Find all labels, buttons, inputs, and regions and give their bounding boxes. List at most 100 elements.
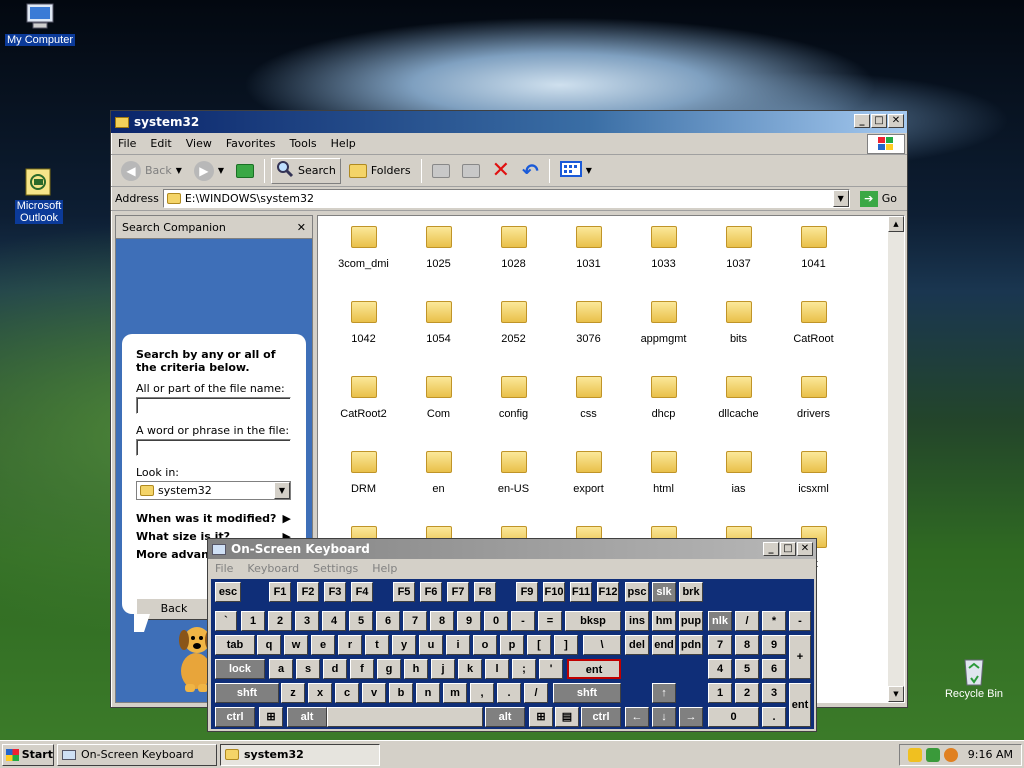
key-h[interactable]: h	[404, 659, 428, 679]
key-F5[interactable]: F5	[393, 582, 415, 602]
close-pane-button[interactable]: ✕	[297, 221, 306, 234]
key-tab[interactable]: tab	[215, 635, 255, 655]
key-shft[interactable]: shft	[215, 683, 279, 703]
address-input[interactable]: E:\WINDOWS\system32 ▼	[162, 189, 850, 208]
key-bksp[interactable]: bksp	[565, 611, 621, 631]
phrase-input[interactable]	[136, 439, 291, 456]
key-ctrl[interactable]: ctrl	[581, 707, 621, 727]
folder-item[interactable]: Com	[401, 372, 476, 447]
folder-item[interactable]: DRM	[326, 447, 401, 522]
key-8[interactable]: 8	[430, 611, 454, 631]
key-F8[interactable]: F8	[474, 582, 496, 602]
key-/[interactable]: /	[524, 683, 548, 703]
key-'[interactable]: '	[539, 659, 563, 679]
menu-file[interactable]: File	[111, 137, 143, 150]
menu-edit[interactable]: Edit	[143, 137, 178, 150]
key-hm[interactable]: hm	[652, 611, 676, 631]
key-nlk[interactable]: nlk	[708, 611, 732, 631]
key-j[interactable]: j	[431, 659, 455, 679]
key--[interactable]: -	[511, 611, 535, 631]
key-1[interactable]: 1	[708, 683, 732, 703]
taskbar-item-osk[interactable]: On-Screen Keyboard	[57, 743, 217, 766]
key-d[interactable]: d	[323, 659, 347, 679]
folder-item[interactable]: 1054	[401, 297, 476, 372]
key-ent[interactable]: ent	[567, 659, 621, 679]
folder-item[interactable]: 1031	[551, 222, 626, 297]
key-=[interactable]: =	[538, 611, 562, 631]
key-1[interactable]: 1	[241, 611, 265, 631]
key-i[interactable]: i	[446, 635, 470, 655]
maximize-button[interactable]: □	[780, 542, 796, 556]
folder-item[interactable]: appmgmt	[626, 297, 701, 372]
key-y[interactable]: y	[392, 635, 416, 655]
key-,[interactable]: ,	[470, 683, 494, 703]
back-button[interactable]: ◀ Back ▼	[117, 158, 186, 184]
key-s[interactable]: s	[296, 659, 320, 679]
key-slk[interactable]: slk	[652, 582, 676, 602]
key-w[interactable]: w	[284, 635, 308, 655]
key-l[interactable]: l	[485, 659, 509, 679]
folder-item[interactable]: ias	[701, 447, 776, 522]
folder-item[interactable]: 1028	[476, 222, 551, 297]
key-F12[interactable]: F12	[597, 582, 619, 602]
key-5[interactable]: 5	[349, 611, 373, 631]
key-r[interactable]: r	[338, 635, 362, 655]
key-F9[interactable]: F9	[516, 582, 538, 602]
lookin-select[interactable]: system32 ▼	[136, 481, 291, 500]
key-ent[interactable]: ent	[789, 683, 811, 727]
folder-item[interactable]: 2052	[476, 297, 551, 372]
key-p[interactable]: p	[500, 635, 524, 655]
undo-button[interactable]: ↶	[518, 158, 543, 184]
key-x[interactable]: x	[308, 683, 332, 703]
folder-item[interactable]: 1041	[776, 222, 851, 297]
key-g[interactable]: g	[377, 659, 401, 679]
key-o[interactable]: o	[473, 635, 497, 655]
folder-item[interactable]: icsxml	[776, 447, 851, 522]
key-7[interactable]: 7	[708, 635, 732, 655]
key-←[interactable]: ←	[625, 707, 649, 727]
delete-button[interactable]: ✕	[488, 158, 514, 184]
key-alt[interactable]: alt	[287, 707, 327, 727]
key-3[interactable]: 3	[762, 683, 786, 703]
start-button[interactable]: Start	[2, 743, 54, 766]
key-/[interactable]: /	[735, 611, 759, 631]
folder-item[interactable]: 3com_dmi	[326, 222, 401, 297]
folder-item[interactable]: 1025	[401, 222, 476, 297]
key-k[interactable]: k	[458, 659, 482, 679]
folder-item[interactable]: 3076	[551, 297, 626, 372]
key-space[interactable]	[327, 707, 483, 727]
osk-titlebar[interactable]: On-Screen Keyboard _ □ ✕	[208, 539, 816, 559]
key-4[interactable]: 4	[322, 611, 346, 631]
security-shield-icon[interactable]	[907, 747, 922, 762]
key-.[interactable]: .	[762, 707, 786, 727]
osk-menu-help[interactable]: Help	[365, 562, 404, 575]
folder-item[interactable]: config	[476, 372, 551, 447]
key-c[interactable]: c	[335, 683, 359, 703]
key-9[interactable]: 9	[457, 611, 481, 631]
menu-help[interactable]: Help	[324, 137, 363, 150]
folder-item[interactable]: drivers	[776, 372, 851, 447]
lookin-dropdown-button[interactable]: ▼	[274, 482, 290, 499]
folder-item[interactable]: dhcp	[626, 372, 701, 447]
key-F1[interactable]: F1	[269, 582, 291, 602]
folder-item[interactable]: en	[401, 447, 476, 522]
modified-option[interactable]: When was it modified? ▶	[136, 510, 291, 528]
key-2[interactable]: 2	[735, 683, 759, 703]
network-icon[interactable]	[925, 747, 940, 762]
key-`[interactable]: `	[215, 611, 237, 631]
minimize-button[interactable]: _	[854, 114, 870, 128]
key-9[interactable]: 9	[762, 635, 786, 655]
osk-menu-settings[interactable]: Settings	[306, 562, 365, 575]
filename-input[interactable]	[136, 397, 291, 414]
explorer-titlebar[interactable]: system32 _ □ ✕	[111, 111, 907, 133]
key--[interactable]: -	[789, 611, 811, 631]
key-lock[interactable]: lock	[215, 659, 265, 679]
desktop-icon-recycle-bin[interactable]: Recycle Bin	[936, 656, 1012, 700]
key-8[interactable]: 8	[735, 635, 759, 655]
key-3[interactable]: 3	[295, 611, 319, 631]
key-e[interactable]: e	[311, 635, 335, 655]
taskbar-item-system32[interactable]: system32	[220, 743, 380, 766]
menu-view[interactable]: View	[179, 137, 219, 150]
key-*[interactable]: *	[762, 611, 786, 631]
key-0[interactable]: 0	[484, 611, 508, 631]
